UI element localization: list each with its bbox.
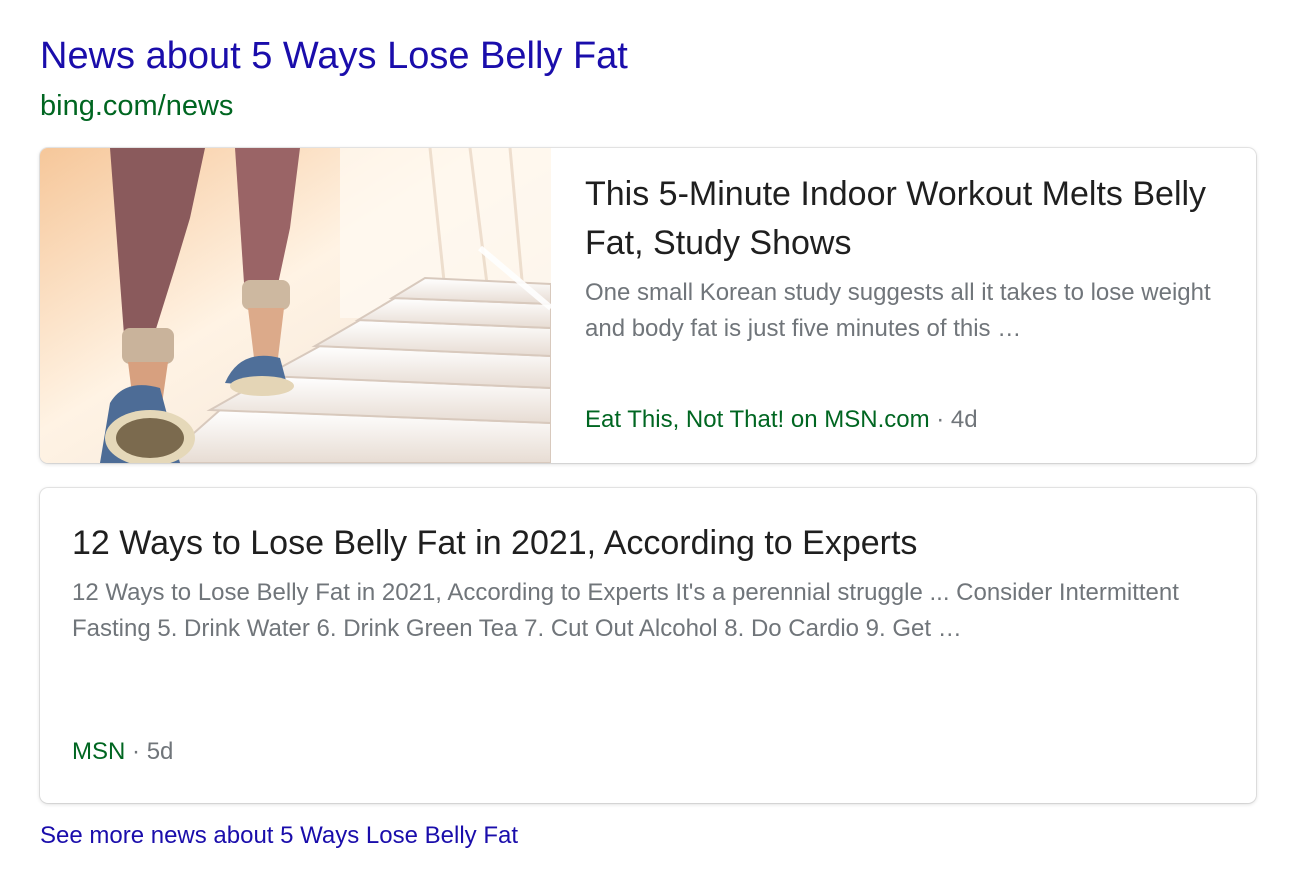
article-snippet: 12 Ways to Lose Belly Fat in 2021, Accor…	[72, 579, 1179, 642]
article-title[interactable]: 12 Ways to Lose Belly Fat in 2021, Accor…	[72, 519, 1224, 568]
article-meta: MSN · 5d	[72, 736, 173, 768]
article-age: 4d	[950, 406, 978, 433]
news-card[interactable]: This 5-Minute Indoor Workout Melts Belly…	[40, 148, 1256, 463]
meta-separator: ·	[936, 406, 945, 433]
article-source: Eat This, Not That! on MSN.com	[585, 406, 930, 433]
article-title[interactable]: This 5-Minute Indoor Workout Melts Belly…	[585, 170, 1232, 268]
news-card-content: This 5-Minute Indoor Workout Melts Belly…	[585, 148, 1232, 463]
news-section-url: bing.com/news	[40, 90, 234, 122]
stairs-photo-illustration	[40, 148, 551, 463]
news-card-content: 12 Ways to Lose Belly Fat in 2021, Accor…	[72, 488, 1224, 803]
news-card[interactable]: 12 Ways to Lose Belly Fat in 2021, Accor…	[40, 488, 1256, 803]
article-thumbnail-image[interactable]	[40, 148, 551, 463]
news-section-title-link[interactable]: News about 5 Ways Lose Belly Fat	[40, 33, 628, 79]
meta-separator: ·	[132, 738, 141, 765]
article-meta: Eat This, Not That! on MSN.com · 4d	[585, 404, 978, 436]
article-age: 5d	[146, 738, 174, 765]
see-more-news-link[interactable]: See more news about 5 Ways Lose Belly Fa…	[40, 820, 518, 852]
article-source: MSN	[72, 738, 126, 765]
article-snippet: One small Korean study suggests all it t…	[585, 279, 1211, 342]
